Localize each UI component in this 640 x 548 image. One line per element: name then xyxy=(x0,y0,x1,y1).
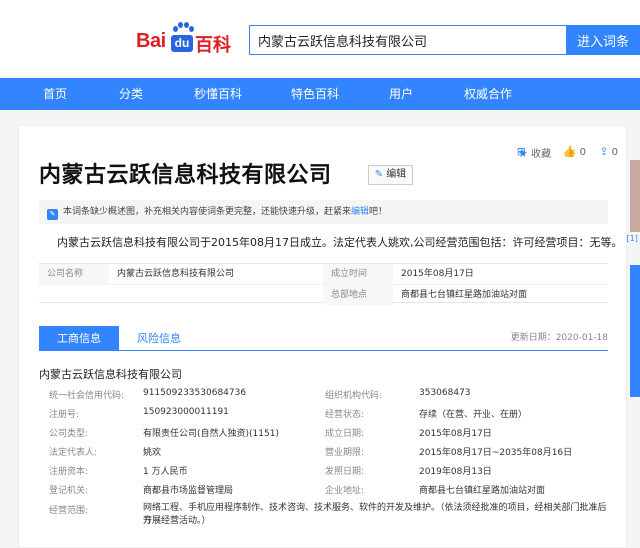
reg-val-authority: 商都县市场监督管理局 xyxy=(143,486,234,496)
edit-button[interactable]: ✎ 编辑 xyxy=(368,165,413,185)
share-icon: ⇪ xyxy=(599,145,609,158)
reg-key-term: 营业期限: xyxy=(325,448,365,458)
registration-company-name: 内蒙古云跃信息科技有限公司 xyxy=(39,368,182,381)
entry-card: ⊞ ★ 收藏 👍 0 ⇪ 0 内蒙古云跃信息科技有限公司 ✎ 编辑 ✎ 本词条缺少概… xyxy=(18,125,638,548)
reg-val-reg-no: 150923000011191 xyxy=(143,407,229,417)
edit-notice-icon: ✎ xyxy=(47,209,58,220)
like-count: 0 xyxy=(579,147,586,158)
reg-key-scope: 经营范围: xyxy=(49,506,89,516)
reg-key-type: 公司类型: xyxy=(49,429,89,439)
basic-val-founded: 2015年08月17日 xyxy=(401,269,474,279)
reg-key-address: 企业地址: xyxy=(325,486,365,496)
reg-val-org-code: 353068473 xyxy=(419,388,471,398)
reg-val-credit-code: 91150923353068473​6 xyxy=(143,388,247,398)
update-date: 更新日期：2020-01-18 xyxy=(510,333,608,343)
notice-edit-link[interactable]: 编辑 xyxy=(351,207,369,217)
logo-text-du: du xyxy=(171,35,193,52)
basic-val-company: 内蒙古云跃信息科技有限公司 xyxy=(117,269,235,279)
nav-item-special[interactable]: 特色百科 xyxy=(291,78,339,110)
share-count: 0 xyxy=(611,147,618,158)
reg-val-scope-line1: 网络工程、手机应用程序制作、技术咨询、技术服务、软件的开发及维护。（依法须经批准… xyxy=(143,503,607,526)
tab-risk-info[interactable]: 风险信息 xyxy=(119,326,199,351)
reg-val-type: 有限责任公司(自然人独资)(1151) xyxy=(143,429,279,439)
search-input[interactable] xyxy=(249,25,566,55)
basic-key-founded: 成立时间 xyxy=(323,264,393,284)
reg-val-address: 商都县七台镇红星路加油站对面 xyxy=(419,486,546,496)
enter-entry-button[interactable]: 进入词条 xyxy=(566,25,640,55)
reg-val-est: 2015年08月17日 xyxy=(419,429,492,439)
entry-title: 内蒙古云跃信息科技有限公司 xyxy=(39,163,332,188)
reg-key-status: 经营状态: xyxy=(325,410,365,420)
tab-business-info[interactable]: 工商信息 xyxy=(39,326,119,351)
reg-key-capital: 注册资本: xyxy=(49,467,89,477)
basic-key-company: 公司名称 xyxy=(39,264,109,284)
reg-val-capital: 1 万人民币 xyxy=(143,467,188,477)
collect-button[interactable]: ★ 收藏 xyxy=(518,145,551,160)
side-ad-image[interactable] xyxy=(630,160,640,232)
reg-key-credit-code: 统一社会信用代码: xyxy=(49,391,125,401)
basic-info-table: 公司名称 内蒙古云跃信息科技有限公司 成立时间 2015年08月17日 总部地点… xyxy=(39,263,608,305)
notice-bar: ✎ 本词条缺少概述图，补充相关内容使词条更完整，还能快速升级，赶紧来编辑吧！ xyxy=(39,200,608,224)
notice-text: 本词条缺少概述图，补充相关内容使词条更完整，还能快速升级，赶紧来 xyxy=(63,207,352,217)
summary-text: 内蒙古云跃信息科技有限公司于2015年08月17日成立。法定代表人姚欢,公司经营… xyxy=(57,236,623,249)
like-button[interactable]: 👍 0 xyxy=(563,145,586,158)
nav-item-home[interactable]: 首页 xyxy=(43,78,67,110)
edit-label: 编辑 xyxy=(386,169,407,180)
reg-val-issue: 2019年08月13日 xyxy=(419,467,492,477)
star-icon: ★ xyxy=(517,147,528,160)
baidu-baike-logo[interactable]: Bai du 百科 xyxy=(136,20,236,60)
basic-info-row: 总部地点 商都县七台镇红星路加油站对面 xyxy=(39,284,608,305)
collect-label: 收藏 xyxy=(531,149,551,160)
basic-info-row: 公司名称 内蒙古云跃信息科技有限公司 成立时间 2015年08月17日 xyxy=(39,264,608,284)
reg-key-authority: 登记机关: xyxy=(49,486,89,496)
thumb-up-icon: 👍 xyxy=(562,145,577,158)
reg-val-scope-line2: 开展经营活动。） xyxy=(143,516,211,526)
nav-item-category[interactable]: 分类 xyxy=(119,78,143,110)
entry-summary: 内蒙古云跃信息科技有限公司于2015年08月17日成立。法定代表人姚欢,公司经营… xyxy=(57,234,638,250)
reference-link[interactable]: [1] xyxy=(626,234,637,243)
header: Bai du 百科 进入词条 xyxy=(0,0,640,78)
side-ad-panel[interactable] xyxy=(630,265,640,397)
main-nav: 首页 分类 秒懂百科 特色百科 用户 权威合作 xyxy=(0,78,640,110)
info-tabs: 工商信息 风险信息 更新日期：2020-01-18 xyxy=(39,326,608,351)
nav-item-authority[interactable]: 权威合作 xyxy=(464,78,512,110)
reg-val-term: 2015年08月17日~2035年08月16日 xyxy=(419,448,573,458)
reg-key-est: 成立日期: xyxy=(325,429,365,439)
reg-key-rep: 法定代表人: xyxy=(49,448,98,458)
reg-key-org-code: 组织机构代码: xyxy=(325,391,383,401)
notice-tail: 吧！ xyxy=(369,207,388,217)
nav-item-miaodong[interactable]: 秒懂百科 xyxy=(194,78,242,110)
logo-text-bai: Bai xyxy=(136,30,166,52)
reg-val-status: 存续（在营、开业、在册） xyxy=(419,410,528,420)
pencil-icon: ✎ xyxy=(374,169,384,180)
reg-val-rep: 姚欢 xyxy=(143,448,162,458)
logo-text-baike: 百科 xyxy=(195,35,231,56)
reg-key-issue: 发照日期: xyxy=(325,467,365,477)
nav-item-user[interactable]: 用户 xyxy=(389,78,413,110)
basic-key-hq: 总部地点 xyxy=(323,285,393,305)
reg-key-reg-no: 注册号: xyxy=(49,410,80,420)
share-button[interactable]: ⇪ 0 xyxy=(599,145,618,158)
basic-val-hq: 商都县七台镇红星路加油站对面 xyxy=(401,290,528,300)
